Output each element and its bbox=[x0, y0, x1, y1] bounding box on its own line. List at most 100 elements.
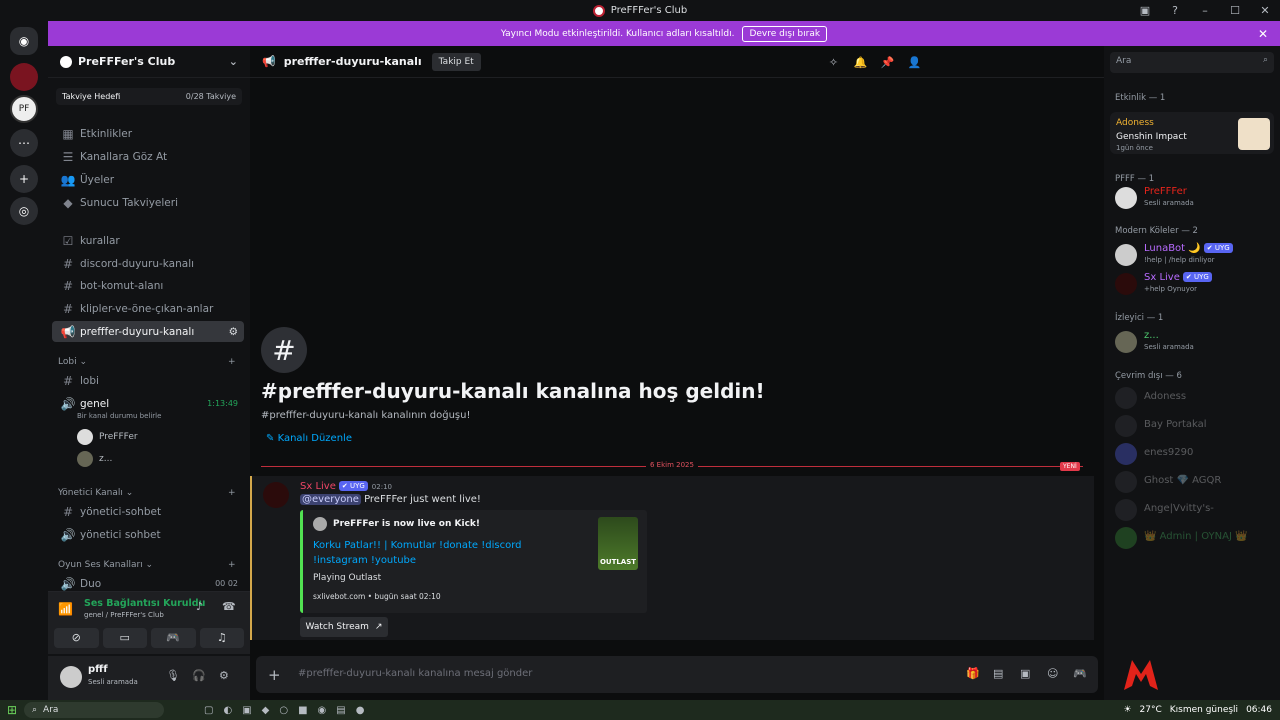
disable-streamer-mode-button[interactable]: Devre dışı bırak bbox=[742, 25, 828, 42]
follow-button[interactable]: Takip Et bbox=[431, 52, 481, 71]
bell-icon[interactable]: 🔔 bbox=[847, 56, 874, 69]
soundboard-button[interactable]: ♫ bbox=[199, 628, 244, 648]
server-icon[interactable] bbox=[10, 63, 38, 91]
add-channel-icon[interactable]: + bbox=[228, 560, 236, 570]
message[interactable]: Sx Live ✔ UYG 02:10 @everyone PreFFFer jus… bbox=[250, 476, 1094, 640]
member-row[interactable]: enes9290 bbox=[1115, 441, 1275, 467]
nav-boosts[interactable]: ◆ Sunucu Takviyeleri bbox=[52, 192, 244, 213]
help-icon[interactable]: ? bbox=[1160, 0, 1190, 21]
add-channel-icon[interactable]: + bbox=[228, 488, 236, 498]
channel-kurallar[interactable]: ☑ kurallar bbox=[52, 230, 244, 251]
member-row[interactable]: LunaBot 🌙 ✔ UYG !help | /help dinliyor bbox=[1115, 242, 1275, 268]
member-row[interactable]: Sx Live ✔ UYG +help Oynuyor bbox=[1115, 271, 1275, 297]
server-header[interactable]: PreFFFer's Club ⌄ bbox=[48, 46, 250, 78]
author-name[interactable]: Sx Live bbox=[300, 481, 336, 492]
server-icon-prefffer[interactable]: PF bbox=[10, 95, 38, 123]
avatar bbox=[1115, 187, 1137, 209]
browse-icon: ☰ bbox=[62, 149, 74, 164]
camera-button[interactable]: ⊘ bbox=[54, 628, 99, 648]
category-oyun[interactable]: Oyun Ses Kanalları ⌄ + bbox=[58, 560, 236, 570]
edit-channel-link[interactable]: ✎ Kanalı Düzenle bbox=[266, 433, 352, 444]
channel-bot-komut[interactable]: # bot-komut-alanı bbox=[52, 275, 244, 296]
taskbar-search[interactable]: ⌕ Ara bbox=[24, 702, 164, 718]
channel-prefffer-duyuru[interactable]: 📢 prefffer-duyuru-kanalı ⚙ bbox=[52, 321, 244, 342]
embed-title-link[interactable]: Korku Patlar!! | Komutlar !donate !disco… bbox=[313, 538, 573, 568]
avatar[interactable] bbox=[263, 482, 289, 508]
microphone-icon[interactable]: 🎙 bbox=[166, 669, 180, 682]
category-yonetici[interactable]: Yönetici Kanalı ⌄ + bbox=[58, 488, 236, 498]
voice-channel-yonetici[interactable]: 🔊 yönetici sohbet bbox=[52, 524, 244, 545]
voice-status[interactable]: Bir kanal durumu belirle bbox=[77, 412, 161, 420]
threads-icon[interactable]: ✧ bbox=[820, 56, 847, 69]
chrome-icon[interactable]: ◉ bbox=[318, 705, 327, 716]
member-row[interactable]: PreFFFer Sesli aramada bbox=[1115, 185, 1275, 211]
explore-icon[interactable]: ◎ bbox=[10, 197, 38, 225]
app-icon[interactable]: ◆ bbox=[262, 705, 270, 716]
channel-label: genel bbox=[80, 397, 110, 410]
file-explorer-icon[interactable]: ▢ bbox=[204, 705, 213, 716]
close-window-button[interactable]: ✕ bbox=[1250, 0, 1280, 21]
channel-yonetici-sohbet[interactable]: # yönetici-sohbet bbox=[52, 501, 244, 522]
add-server-icon[interactable]: + bbox=[10, 165, 38, 193]
clock[interactable]: 06:46 bbox=[1246, 705, 1272, 715]
category-lobi[interactable]: Lobi ⌄ + bbox=[58, 357, 236, 367]
nav-events[interactable]: ▦ Etkinlikler bbox=[52, 123, 244, 144]
emoji-icon[interactable]: ☺ bbox=[1047, 667, 1058, 680]
member-row[interactable]: 👑 Admin | OYNAJ 👑 bbox=[1115, 525, 1275, 551]
channel-lobi[interactable]: # lobi bbox=[52, 370, 244, 391]
member-row[interactable]: Ghost 💎 AGQR bbox=[1115, 469, 1275, 495]
mention[interactable]: @everyone bbox=[300, 494, 361, 505]
disconnect-icon[interactable]: ☎ bbox=[222, 600, 236, 613]
noise-suppression-icon[interactable]: ♪ bbox=[196, 600, 203, 613]
inbox-icon[interactable]: ▣ bbox=[1130, 0, 1160, 21]
member-row[interactable]: Ange|Vvitty's- bbox=[1115, 497, 1275, 523]
app-icon[interactable]: ■ bbox=[298, 705, 307, 716]
member-row[interactable]: Bay Portakal bbox=[1115, 413, 1275, 439]
maximize-button[interactable]: ☐ bbox=[1220, 0, 1250, 21]
gif-icon[interactable]: ▤ bbox=[993, 667, 1003, 680]
settings-icon[interactable]: ⚙ bbox=[229, 326, 238, 338]
gear-icon[interactable]: ⚙ bbox=[219, 669, 229, 682]
channel-label: prefffer-duyuru-kanalı bbox=[80, 325, 195, 338]
pin-icon[interactable]: 📌 bbox=[874, 56, 901, 69]
sticker-icon[interactable]: ▣ bbox=[1020, 667, 1030, 680]
discord-icon[interactable]: ● bbox=[356, 705, 365, 716]
member-row[interactable]: z... Sesli aramada bbox=[1115, 329, 1275, 355]
message-body: PreFFFer just went live! bbox=[364, 494, 481, 505]
discord-home-icon[interactable]: ◉ bbox=[10, 27, 38, 55]
weather-temp[interactable]: 27°C bbox=[1140, 705, 1162, 715]
activity-button[interactable]: 🎮 bbox=[151, 628, 196, 648]
voice-user[interactable]: z... bbox=[77, 451, 112, 467]
message-input[interactable]: #prefffer-duyuru-kanalı kanalına mesaj g… bbox=[298, 668, 532, 679]
add-channel-icon[interactable]: + bbox=[228, 357, 236, 367]
channel-klipler[interactable]: # klipler-ve-öne-çıkan-anlar bbox=[52, 298, 244, 319]
server-folder-icon[interactable]: ⋯ bbox=[10, 129, 38, 157]
windows-start-icon[interactable]: ⊞ bbox=[0, 703, 24, 717]
folder-icon[interactable]: ▤ bbox=[336, 705, 345, 716]
voice-user[interactable]: PreFFFer bbox=[77, 429, 138, 445]
apps-icon[interactable]: 🎮 bbox=[1073, 667, 1087, 680]
weather-desc[interactable]: Kısmen güneşli bbox=[1170, 705, 1238, 715]
embed-thumbnail[interactable]: OUTLAST bbox=[598, 517, 638, 570]
close-icon[interactable]: ✕ bbox=[1258, 27, 1268, 41]
add-attachment-icon[interactable]: + bbox=[268, 666, 281, 684]
opera-icon[interactable]: ○ bbox=[279, 705, 288, 716]
channel-discord-duyuru[interactable]: # discord-duyuru-kanalı bbox=[52, 253, 244, 274]
watch-stream-button[interactable]: Watch Stream ↗ bbox=[300, 617, 388, 637]
voice-channel-genel[interactable]: 🔊 genel 1:13:49 bbox=[52, 393, 244, 414]
screen-share-button[interactable]: ▭ bbox=[102, 628, 147, 648]
headphones-icon[interactable]: 🎧 bbox=[192, 669, 206, 682]
search-input[interactable]: Ara ⌕ bbox=[1110, 52, 1274, 73]
app-icon[interactable]: ▣ bbox=[242, 705, 251, 716]
member-row[interactable]: Adoness bbox=[1115, 385, 1275, 411]
activity-card[interactable]: Adoness Genshin Impact 1gün önce bbox=[1110, 112, 1274, 154]
gift-icon[interactable]: 🎁 bbox=[966, 667, 980, 680]
signal-icon[interactable]: 📶 bbox=[58, 602, 73, 616]
edge-icon[interactable]: ◐ bbox=[223, 705, 232, 716]
member-list-icon[interactable]: 👤 bbox=[901, 56, 928, 69]
boost-goal[interactable]: Takviye Hedefi 0/28 Takviye bbox=[56, 88, 242, 105]
nav-members[interactable]: 👥 Üyeler bbox=[52, 169, 244, 190]
minimize-button[interactable]: – bbox=[1190, 0, 1220, 21]
avatar[interactable] bbox=[60, 666, 82, 688]
nav-browse[interactable]: ☰ Kanallara Göz At bbox=[52, 146, 244, 167]
